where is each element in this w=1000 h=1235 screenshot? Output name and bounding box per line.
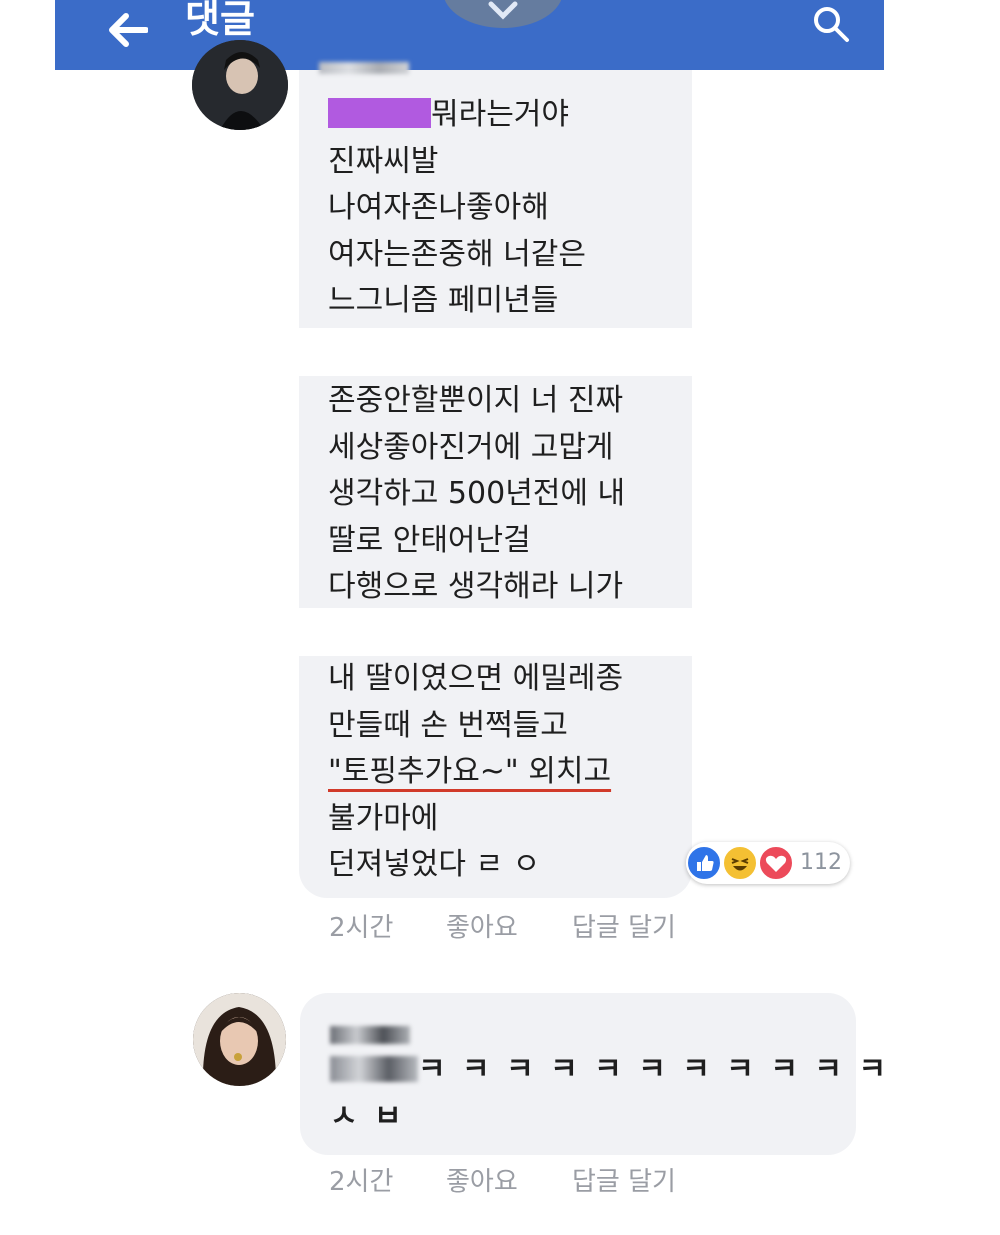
comment-line: 불가마에 [328,800,439,836]
comment-bubble: 내 딸이였으면 에밀레종 만들때 손 번쩍들고 "토핑추가요~" 외치고 불가마… [299,656,692,898]
like-icon [686,845,722,881]
like-link[interactable]: 좋아요 [446,908,518,948]
comment-line: 딸로 안태어난걸 [328,522,531,558]
reply-link[interactable]: 답글 달기 [572,1162,676,1202]
close-icon [488,1,518,20]
comment-line: 여자는존중해 너같은 [328,236,586,272]
reaction-count: 112 [800,850,842,875]
comment-line: 느그니즘 페미년들 [328,283,559,318]
comment-line: 던져넣었다 ㄹ ㅇ [328,847,541,882]
love-icon [758,845,794,881]
search-icon [814,7,849,42]
comment-line: 다행으로 생각해라 니가 [328,569,624,604]
censor-bar [328,98,431,128]
comment-bubble: ㅋ ㅋ ㅋ ㅋ ㅋ ㅋ ㅋ ㅋ ㅋ ㅋ ㅋ ㅅ ㅂ [300,993,886,1155]
comment-line: 진짜씨발 [328,143,439,179]
back-button[interactable] [97,0,157,60]
avatar-photo [193,993,286,1086]
top-app-bar: 댓글 [55,0,884,70]
author-name-row [330,1011,856,1047]
comment-bubble: 뭐라는거야 진짜씨발 나여자존나좋아해 여자는존중해 너같은 느그니즘 페미년들 [299,62,692,328]
like-link[interactable]: 좋아요 [446,1162,518,1202]
haha-icon [722,845,758,881]
comment-line: ㅋ ㅋ ㅋ ㅋ ㅋ ㅋ ㅋ ㅋ ㅋ ㅋ ㅋ [330,1047,886,1094]
comment-line: 세상좋아진거에 고맙게 [328,429,614,465]
comment-line: 생각하고 500년전에 내 [328,476,626,511]
arrow-left-icon [109,13,148,47]
tagged-name-blurred[interactable] [330,1056,418,1082]
comment-bubble: 존중안할뿐이지 너 진짜 세상좋아진거에 고맙게 생각하고 500년전에 내 딸… [299,376,692,608]
comment-line: 나여자존나좋아해 [328,190,549,225]
comment-line-underlined: "토핑추가요~" 외치고 [328,754,612,789]
reaction-summary[interactable]: 112 [686,842,850,884]
avatar[interactable] [193,993,286,1086]
comment-line: 뭐라는거야 [328,92,692,139]
comment-line: 내 딸이였으면 에밀레종 [328,661,624,696]
comment-timestamp: 2시간 [329,913,394,943]
search-button[interactable] [803,0,859,48]
author-name-blurred [319,62,409,74]
comment-line: 존중안할뿐이지 너 진짜 [328,383,624,418]
avatar-photo [192,40,288,130]
comment-line: 만들때 손 번쩍들고 [328,707,568,743]
close-button[interactable] [443,0,563,28]
reply-link[interactable]: 답글 달기 [572,908,676,948]
avatar[interactable] [192,40,288,130]
comment-timestamp: 2시간 [329,1167,394,1197]
comment-line: ㅅ ㅂ [330,1098,405,1134]
author-name-blurred[interactable] [330,1025,410,1044]
